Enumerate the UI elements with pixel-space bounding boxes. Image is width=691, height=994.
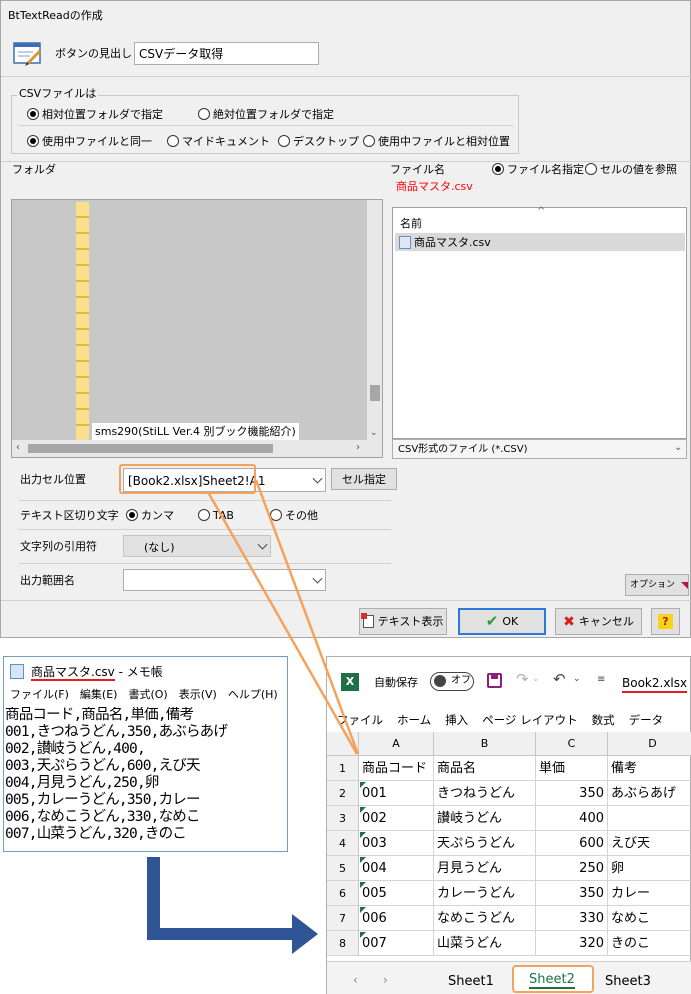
- flow-arrow-icon: [147, 857, 318, 954]
- callout-line: [254, 479, 360, 755]
- callout-line: [206, 491, 359, 755]
- callout-overlay: [147, 479, 360, 954]
